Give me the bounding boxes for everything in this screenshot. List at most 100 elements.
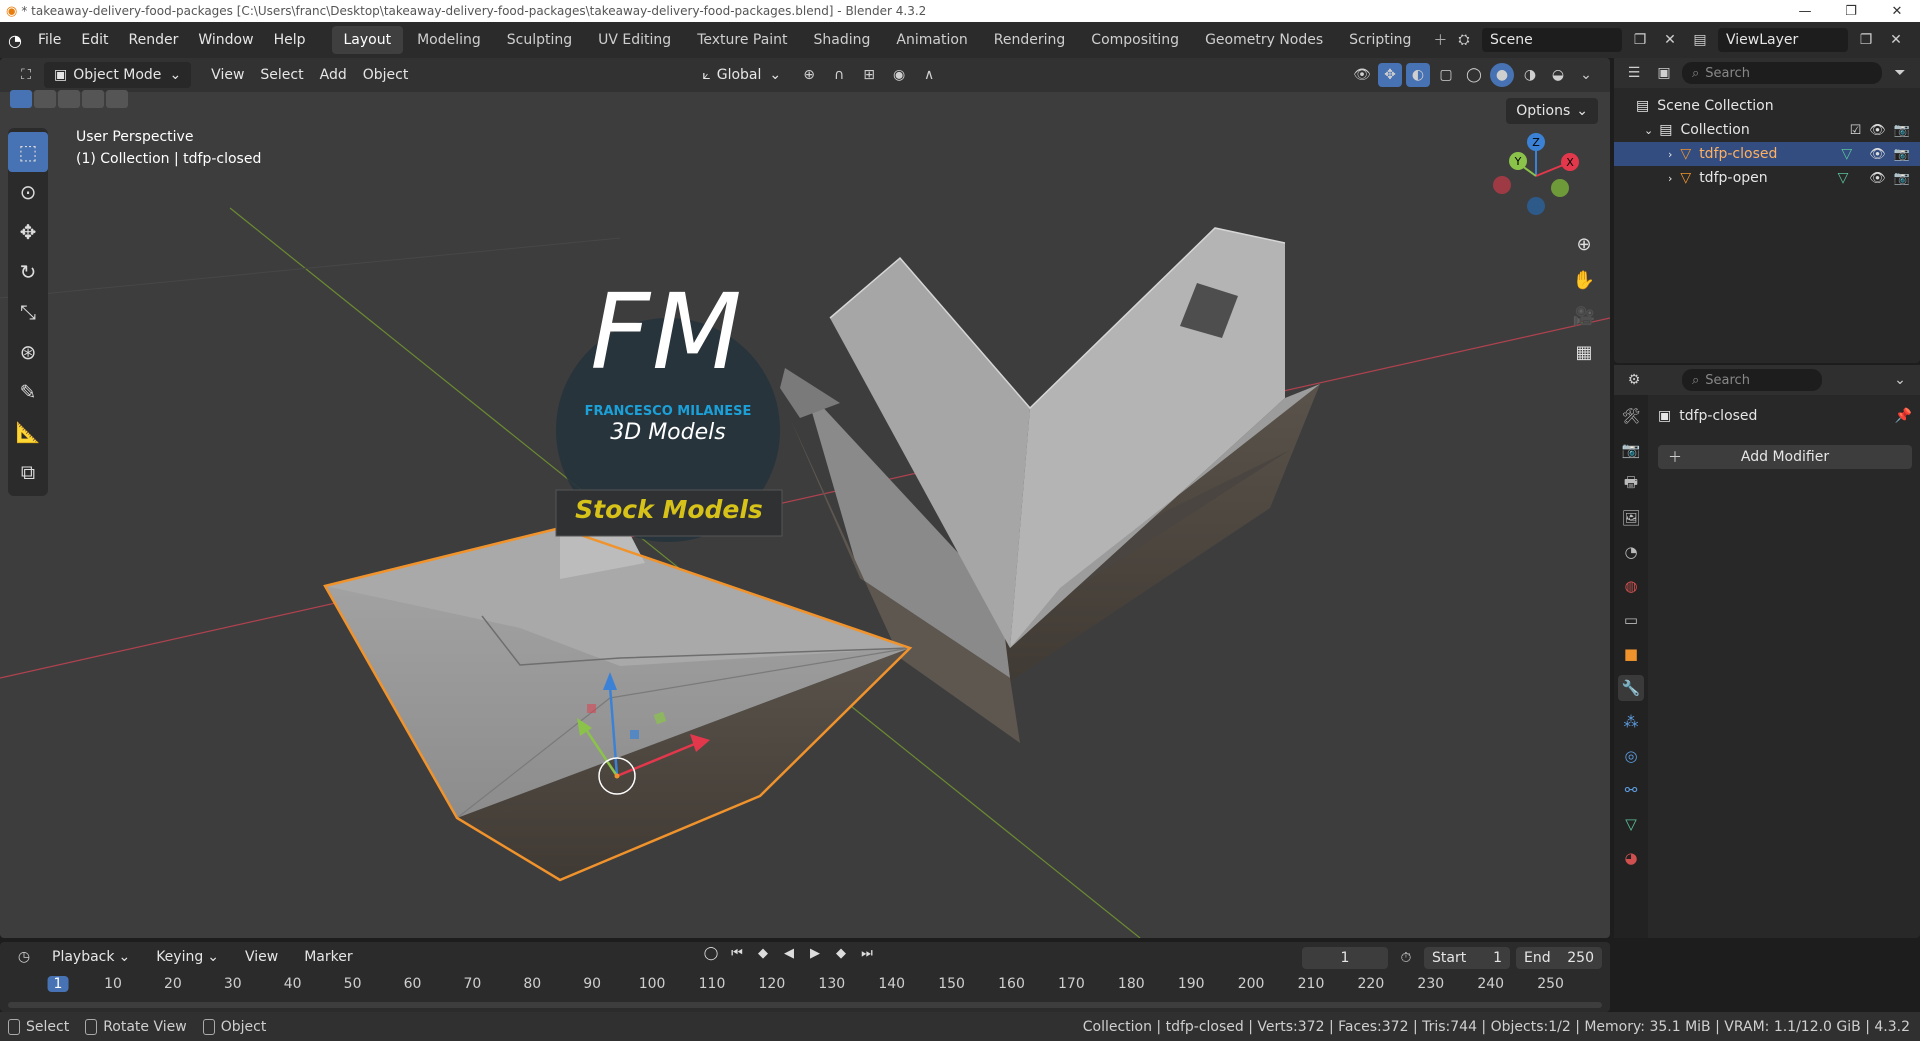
end-frame-field[interactable]: End 250 <box>1516 947 1602 969</box>
solid-shading-icon[interactable]: ● <box>1490 63 1514 87</box>
mode-dropdown[interactable]: ▣ Object Mode ⌄ <box>44 62 192 88</box>
select-subtract-icon[interactable] <box>58 90 80 108</box>
data-tab-icon[interactable]: ▽ <box>1618 811 1644 837</box>
outliner-scene-collection[interactable]: ▤ Scene Collection <box>1614 94 1920 118</box>
wireframe-shading-icon[interactable]: ◯ <box>1462 63 1486 87</box>
pan-hand-icon[interactable]: ✋ <box>1568 264 1600 296</box>
menu-edit[interactable]: Edit <box>73 28 116 52</box>
tab-animation[interactable]: Animation <box>884 26 979 54</box>
delete-view-layer-icon[interactable]: ✕ <box>1884 28 1908 52</box>
rendered-shading-icon[interactable]: ◒ <box>1546 63 1570 87</box>
orientation-dropdown[interactable]: ⟀ Global ⌄ <box>692 62 791 88</box>
timeline-scrollbar[interactable] <box>8 1002 1602 1008</box>
scene-field[interactable]: Scene <box>1482 28 1622 52</box>
eye-icon[interactable]: 👁 <box>1869 147 1886 162</box>
camera-icon[interactable]: 📷 <box>1894 147 1910 162</box>
xray-icon[interactable]: ▢ <box>1434 63 1458 87</box>
menu-help[interactable]: Help <box>266 28 314 52</box>
outliner-editor-icon[interactable]: ☰ <box>1622 61 1646 85</box>
timeline-editor-icon[interactable]: ◷ <box>12 945 36 969</box>
properties-search-input[interactable]: ⌕ Search <box>1682 369 1822 391</box>
close-window-button[interactable]: ✕ <box>1874 4 1920 19</box>
vp-menu-object[interactable]: Object <box>355 67 417 83</box>
object-tab-icon[interactable]: ■ <box>1618 641 1644 667</box>
eye-icon[interactable]: 👁 <box>1869 171 1886 186</box>
tab-rendering[interactable]: Rendering <box>982 26 1078 54</box>
stopwatch-icon[interactable]: ⏱ <box>1394 946 1418 970</box>
annotate-tool-icon[interactable]: ✎ <box>8 372 48 412</box>
vp-menu-view[interactable]: View <box>203 67 252 83</box>
editor-type-icon[interactable]: ⛶ <box>14 63 38 87</box>
menu-window[interactable]: Window <box>190 28 261 52</box>
gizmo-toggle-icon[interactable]: ✥ <box>1378 63 1402 87</box>
pivot-icon[interactable]: ⊕ <box>797 63 821 87</box>
pin-icon[interactable]: 📌 <box>1895 408 1912 424</box>
tool-tab-icon[interactable]: 🛠 <box>1618 403 1644 429</box>
tab-shading[interactable]: Shading <box>802 26 883 54</box>
tab-uv-editing[interactable]: UV Editing <box>586 26 683 54</box>
material-tab-icon[interactable]: ◕ <box>1618 845 1644 871</box>
shading-options-icon[interactable]: ⌄ <box>1574 63 1598 87</box>
select-intersect-icon[interactable] <box>106 90 128 108</box>
proportional-edit-icon[interactable]: ◉ <box>887 63 911 87</box>
tab-sculpting[interactable]: Sculpting <box>495 26 584 54</box>
particles-tab-icon[interactable]: ⁂ <box>1618 709 1644 735</box>
tab-texture-paint[interactable]: Texture Paint <box>685 26 799 54</box>
visibility-icon[interactable]: 👁 <box>1350 63 1374 87</box>
move-tool-icon[interactable]: ✥ <box>8 212 48 252</box>
view-layer-icon[interactable]: ▤ <box>1688 28 1712 52</box>
render-tab-icon[interactable]: 📷 <box>1618 437 1644 463</box>
menu-render[interactable]: Render <box>121 28 187 52</box>
cursor-tool-icon[interactable]: ⊙ <box>8 172 48 212</box>
constraints-tab-icon[interactable]: ⚯ <box>1618 777 1644 803</box>
restore-button[interactable]: ❐ <box>1828 4 1874 19</box>
options-dropdown[interactable]: Options ⌄ <box>1506 98 1598 124</box>
display-mode-icon[interactable]: ▣ <box>1652 61 1676 85</box>
expand-chevron-icon[interactable]: › <box>1668 172 1672 185</box>
view-layer-tab-icon[interactable]: 🖼 <box>1618 505 1644 531</box>
camera-view-icon[interactable]: 🎥 <box>1568 300 1600 332</box>
start-frame-field[interactable]: Start 1 <box>1424 947 1510 969</box>
collection-tab-icon[interactable]: ▭ <box>1618 607 1644 633</box>
tab-modeling[interactable]: Modeling <box>405 26 493 54</box>
world-tab-icon[interactable]: ◍ <box>1618 573 1644 599</box>
delete-scene-icon[interactable]: ✕ <box>1658 28 1682 52</box>
checkbox-icon[interactable]: ☑ <box>1850 123 1862 138</box>
modifier-tab-icon[interactable]: 🔧 <box>1618 675 1644 701</box>
navigation-gizmo[interactable]: Z X Y <box>1486 130 1586 222</box>
jump-end-icon[interactable]: ⏭ <box>856 946 878 961</box>
tab-layout[interactable]: Layout <box>331 26 404 54</box>
zoom-icon[interactable]: ⊕ <box>1568 228 1600 260</box>
rotate-tool-icon[interactable]: ↻ <box>8 252 48 292</box>
record-icon[interactable]: ◯ <box>700 946 722 961</box>
output-tab-icon[interactable]: 🖶 <box>1618 471 1644 497</box>
expand-chevron-icon[interactable]: ⌄ <box>1644 124 1653 137</box>
scene-icon[interactable]: ⛭ <box>1452 28 1476 52</box>
physics-tab-icon[interactable]: ◎ <box>1618 743 1644 769</box>
select-extend-icon[interactable] <box>34 90 56 108</box>
outliner-object-tdfp-open[interactable]: › ▽ tdfp-open ▽ 👁 📷 <box>1614 166 1920 190</box>
new-scene-icon[interactable]: ❐ <box>1628 28 1652 52</box>
perspective-toggle-icon[interactable]: ▦ <box>1568 336 1600 368</box>
transform-tool-icon[interactable]: ⊛ <box>8 332 48 372</box>
camera-icon[interactable]: 📷 <box>1894 123 1910 138</box>
material-shading-icon[interactable]: ◑ <box>1518 63 1542 87</box>
next-keyframe-icon[interactable]: ◆ <box>830 946 852 961</box>
select-invert-icon[interactable] <box>82 90 104 108</box>
menu-file[interactable]: File <box>30 28 69 52</box>
add-modifier-button[interactable]: ＋ Add Modifier <box>1658 445 1912 469</box>
overlay-toggle-icon[interactable]: ◐ <box>1406 63 1430 87</box>
play-reverse-icon[interactable]: ◀ <box>778 946 800 961</box>
chevron-down-icon[interactable]: ⌄ <box>1888 368 1912 392</box>
prev-keyframe-icon[interactable]: ◆ <box>752 946 774 961</box>
timeline-view-menu[interactable]: View <box>235 944 288 970</box>
camera-icon[interactable]: 📷 <box>1894 171 1910 186</box>
add-cube-tool-icon[interactable]: ⧉ <box>8 452 48 492</box>
select-box-tool-icon[interactable]: ⬚ <box>8 132 48 172</box>
measure-tool-icon[interactable]: 📐 <box>8 412 48 452</box>
vp-menu-select[interactable]: Select <box>252 67 311 83</box>
play-icon[interactable]: ▶ <box>804 946 826 961</box>
marker-menu[interactable]: Marker <box>294 944 362 970</box>
blender-menu-icon[interactable]: ◔ <box>8 31 22 50</box>
scene-tab-icon[interactable]: ◔ <box>1618 539 1644 565</box>
